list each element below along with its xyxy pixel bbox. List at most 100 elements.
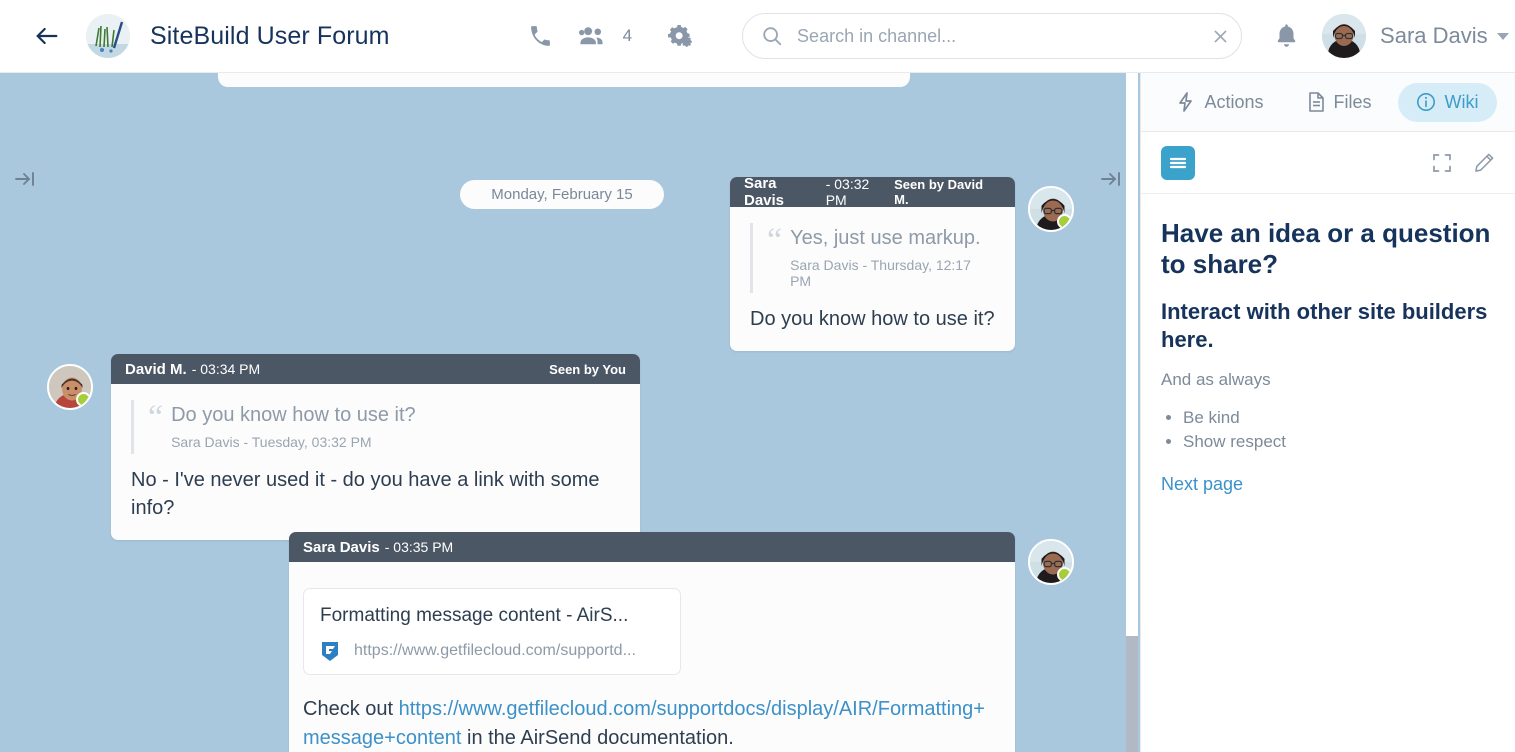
- clipped-message-bubble: [218, 73, 910, 87]
- avatar: [1322, 14, 1367, 58]
- wiki-paragraph: And as always: [1161, 370, 1271, 389]
- message-text: Do you know how to use it?: [750, 308, 995, 330]
- members-icon-wrap: [567, 13, 619, 59]
- channel-logo[interactable]: [86, 14, 130, 58]
- wiki-content: Have an idea or a question to share? Int…: [1141, 194, 1515, 495]
- message-header: David M. - 03:34 PM Seen by You: [111, 354, 640, 384]
- link-preview-url-row: https://www.getfilecloud.com/supportd...: [320, 640, 664, 662]
- message-row: Sara Davis - 03:32 PM Seen by David M. “…: [730, 177, 1015, 351]
- phone-icon: [531, 25, 550, 46]
- wiki-bullet-list: Be kind Show respect: [1161, 406, 1495, 454]
- page-title: SiteBuild User Forum: [150, 21, 390, 50]
- message-header: Sara Davis - 03:32 PM Seen by David M.: [730, 177, 1015, 209]
- expand-right-panel-button[interactable]: [1098, 166, 1124, 192]
- message-time: - 03:35 PM: [384, 539, 454, 555]
- message-text: Check out https://www.getfilecloud.com/s…: [303, 695, 1001, 752]
- message-header: Sara Davis - 03:35 PM: [289, 532, 1015, 562]
- users-icon: [579, 27, 603, 45]
- date-divider: Monday, February 15: [460, 180, 664, 209]
- tab-files-label: Files: [1333, 91, 1372, 112]
- gears-icon: [667, 24, 692, 47]
- quoted-text: Yes, just use markup.: [790, 227, 981, 249]
- message-bubble[interactable]: Sara Davis - 03:35 PM Formatting message…: [289, 532, 1015, 752]
- back-button[interactable]: [30, 19, 64, 53]
- filecloud-favicon: [322, 642, 338, 661]
- search-clear-button[interactable]: [1199, 15, 1241, 57]
- next-page-link[interactable]: Next page: [1161, 474, 1243, 495]
- message-text: No - I've never used it - do you have a …: [131, 469, 600, 519]
- members-count: 4: [622, 26, 633, 45]
- user-menu[interactable]: Sara Davis: [1322, 14, 1509, 58]
- chevron-down-icon: [1496, 32, 1509, 40]
- list-item: Show respect: [1183, 430, 1495, 454]
- wiki-menu-button[interactable]: [1161, 145, 1195, 180]
- online-status-dot: [1057, 214, 1072, 229]
- message-avatar[interactable]: [47, 364, 93, 410]
- tab-files[interactable]: Files: [1290, 83, 1390, 122]
- message-body: “ Do you know how to use it? Sara Davis …: [111, 384, 640, 540]
- quoted-meta: Sara Davis - Tuesday, 03:32 PM: [171, 434, 372, 450]
- tab-wiki-label: Wiki: [1444, 91, 1479, 112]
- message-row: Sara Davis - 03:35 PM Formatting message…: [289, 532, 1015, 752]
- wiki-heading: Have an idea or a question to share?: [1161, 218, 1491, 279]
- search-input[interactable]: [797, 25, 1200, 47]
- link-preview-title: Formatting message content - AirS...: [320, 605, 629, 626]
- message-seen-status: Seen by You: [549, 361, 626, 377]
- fullscreen-button[interactable]: [1432, 153, 1452, 173]
- message-author: Sara Davis: [303, 538, 380, 556]
- message-avatar[interactable]: [1028, 186, 1074, 232]
- message-body: Formatting message content - AirS... htt…: [289, 562, 1015, 752]
- message-avatar[interactable]: [1028, 539, 1074, 585]
- close-icon: [1214, 30, 1226, 42]
- main-body: Monday, February 15 Sara Davis - 03:32 P…: [0, 73, 1515, 752]
- message-row: David M. - 03:34 PM Seen by You “ Do you…: [111, 354, 640, 540]
- channel-logo-icon: [86, 14, 130, 58]
- file-icon: [1308, 92, 1324, 112]
- link-preview-card[interactable]: Formatting message content - AirS... htt…: [303, 588, 681, 675]
- search-icon: [761, 25, 783, 47]
- tab-actions[interactable]: Actions: [1159, 83, 1281, 122]
- quoted-message: “ Do you know how to use it? Sara Davis …: [131, 400, 620, 454]
- info-circle-icon: [1416, 93, 1435, 111]
- quoted-meta: Sara Davis - Thursday, 12:17 PM: [790, 257, 971, 289]
- quote-icon: “: [148, 399, 164, 436]
- expand-left-panel-icon: [15, 172, 34, 186]
- search-bar[interactable]: [742, 13, 1243, 59]
- fullscreen-icon: [1433, 153, 1451, 172]
- message-body: “ Yes, just use markup. Sara Davis - Thu…: [730, 207, 1015, 351]
- pencil-icon: [1475, 153, 1494, 172]
- message-seen-status: Seen by David M.: [894, 177, 984, 207]
- message-author: Sara Davis: [744, 177, 785, 209]
- wiki-subheading: Interact with other site builders here.: [1161, 299, 1488, 352]
- header-actions: 4: [515, 13, 706, 59]
- sidebar-tabs: Actions Files Wiki: [1141, 73, 1515, 132]
- chat-scrollbar-thumb[interactable]: [1126, 636, 1138, 752]
- link-preview-url: https://www.getfilecloud.com/supportd...: [354, 642, 636, 659]
- bell-icon: [1277, 24, 1295, 47]
- online-status-dot: [76, 392, 91, 407]
- quote-icon: “: [767, 222, 783, 259]
- tab-wiki[interactable]: Wiki: [1397, 82, 1497, 122]
- avatar-image: [1322, 14, 1367, 58]
- message-text-before: Check out: [303, 698, 399, 720]
- list-item: Be kind: [1183, 406, 1495, 430]
- quoted-message: “ Yes, just use markup. Sara Davis - Thu…: [750, 223, 995, 293]
- user-name: Sara Davis: [1380, 23, 1488, 48]
- hamburger-icon: [1169, 157, 1187, 168]
- call-button[interactable]: [515, 13, 567, 59]
- wiki-toolbar: [1141, 132, 1515, 194]
- edit-wiki-button[interactable]: [1474, 152, 1495, 173]
- settings-button[interactable]: [654, 13, 706, 59]
- message-bubble[interactable]: Sara Davis - 03:32 PM Seen by David M. “…: [730, 177, 1015, 351]
- message-bubble[interactable]: David M. - 03:34 PM Seen by You “ Do you…: [111, 354, 640, 540]
- message-text-after: in the AirSend documentation.: [461, 727, 734, 749]
- arrow-left-icon: [36, 27, 58, 45]
- notifications-button[interactable]: [1264, 14, 1308, 58]
- right-sidebar: Actions Files Wiki Have an idea or a que…: [1140, 73, 1515, 752]
- members-button[interactable]: 4: [567, 13, 632, 59]
- top-header: SiteBuild User Forum 4 Search in channel…: [0, 0, 1515, 73]
- quoted-text: Do you know how to use it?: [171, 404, 416, 426]
- wiki-toolbar-actions: [1432, 152, 1495, 173]
- expand-left-panel-button[interactable]: [12, 166, 38, 192]
- message-author: David M.: [125, 360, 187, 378]
